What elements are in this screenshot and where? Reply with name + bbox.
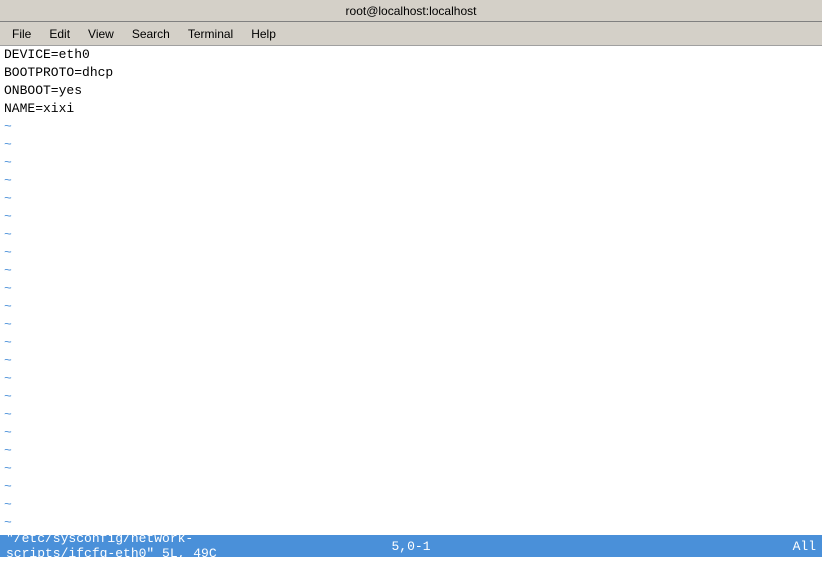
- tilde-line: ~: [4, 532, 818, 535]
- title-bar: root@localhost:localhost: [0, 0, 822, 22]
- menu-bar: FileEditViewSearchTerminalHelp: [0, 22, 822, 46]
- tilde-line: ~: [4, 262, 818, 280]
- status-bar: "/etc/sysconfig/network-scripts/ifcfg-et…: [0, 535, 822, 557]
- editor-line: ONBOOT=yes: [4, 82, 818, 100]
- tilde-line: ~: [4, 442, 818, 460]
- tilde-line: ~: [4, 352, 818, 370]
- tilde-line: ~: [4, 208, 818, 226]
- tilde-line: ~: [4, 244, 818, 262]
- tilde-line: ~: [4, 514, 818, 532]
- editor-area[interactable]: DEVICE=eth0BOOTPROTO=dhcpONBOOT=yesNAME=…: [0, 46, 822, 535]
- status-right: All: [546, 539, 816, 554]
- tilde-line: ~: [4, 316, 818, 334]
- tilde-line: ~: [4, 172, 818, 190]
- tilde-line: ~: [4, 388, 818, 406]
- menu-item-search[interactable]: Search: [124, 25, 178, 43]
- menu-item-help[interactable]: Help: [243, 25, 284, 43]
- tilde-line: ~: [4, 280, 818, 298]
- tilde-line: ~: [4, 298, 818, 316]
- status-center: 5,0-1: [276, 539, 546, 554]
- tilde-line: ~: [4, 226, 818, 244]
- tilde-line: ~: [4, 118, 818, 136]
- tilde-line: ~: [4, 460, 818, 478]
- editor-line: NAME=xixi: [4, 100, 818, 118]
- tilde-line: ~: [4, 136, 818, 154]
- editor-line: BOOTPROTO=dhcp: [4, 64, 818, 82]
- menu-item-edit[interactable]: Edit: [41, 25, 78, 43]
- tilde-line: ~: [4, 334, 818, 352]
- menu-item-terminal[interactable]: Terminal: [180, 25, 241, 43]
- tilde-line: ~: [4, 478, 818, 496]
- tilde-line: ~: [4, 424, 818, 442]
- menu-item-file[interactable]: File: [4, 25, 39, 43]
- tilde-line: ~: [4, 190, 818, 208]
- editor-line: DEVICE=eth0: [4, 46, 818, 64]
- title-text: root@localhost:localhost: [346, 4, 477, 18]
- tilde-line: ~: [4, 154, 818, 172]
- editor-content: DEVICE=eth0BOOTPROTO=dhcpONBOOT=yesNAME=…: [0, 46, 822, 535]
- tilde-line: ~: [4, 496, 818, 514]
- tilde-line: ~: [4, 370, 818, 388]
- tilde-line: ~: [4, 406, 818, 424]
- menu-item-view[interactable]: View: [80, 25, 122, 43]
